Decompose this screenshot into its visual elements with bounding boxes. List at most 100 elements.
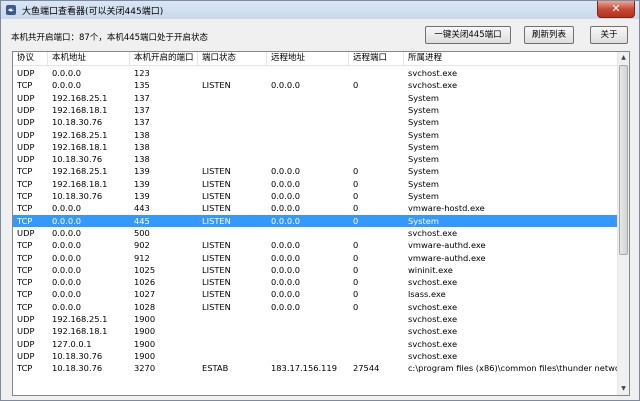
cell-local-address: 0.0.0.0 bbox=[48, 227, 130, 239]
table-row[interactable]: UDP192.168.18.1137System bbox=[13, 104, 618, 116]
cell-protocol: TCP bbox=[13, 202, 48, 214]
window-close-button[interactable]: ✕ bbox=[597, 1, 635, 18]
column-header-local-address[interactable]: 本机地址 bbox=[48, 52, 130, 66]
cell-protocol: UDP bbox=[13, 325, 48, 337]
cell-local-port: 1025 bbox=[130, 264, 198, 276]
cell-protocol: UDP bbox=[13, 350, 48, 362]
cell-remote-port: 0 bbox=[349, 288, 404, 300]
table-row[interactable]: TCP0.0.0.0135LISTEN0.0.0.00svchost.exe bbox=[13, 79, 618, 91]
cell-port-state: LISTEN bbox=[198, 165, 267, 177]
cell-process: System bbox=[404, 116, 618, 128]
table-row[interactable]: TCP10.18.30.763270ESTAB183.17.156.119275… bbox=[13, 362, 618, 374]
column-header-remote-port[interactable]: 远程端口 bbox=[349, 52, 404, 66]
cell-protocol: UDP bbox=[13, 153, 48, 165]
cell-port-state: LISTEN bbox=[198, 202, 267, 214]
cell-local-address: 0.0.0.0 bbox=[48, 79, 130, 91]
cell-remote-address: 0.0.0.0 bbox=[267, 276, 349, 288]
cell-process: System bbox=[404, 104, 618, 116]
cell-process: vmware-authd.exe bbox=[404, 252, 618, 264]
cell-local-port: 138 bbox=[130, 141, 198, 153]
close-445-button[interactable]: 一键关闭445端口 bbox=[425, 26, 511, 44]
cell-remote-port bbox=[349, 350, 404, 362]
list-header: 协议本机地址本机开启的端口端口状态远程地址远程端口所属进程 bbox=[13, 52, 618, 66]
column-header-protocol[interactable]: 协议 bbox=[13, 52, 48, 66]
cell-local-address: 192.168.25.1 bbox=[48, 313, 130, 325]
vertical-scrollbar[interactable]: ▲ ▼ bbox=[617, 52, 629, 395]
cell-port-state bbox=[198, 153, 267, 165]
table-row[interactable]: UDP10.18.30.761900 svchost.exe bbox=[13, 350, 618, 362]
cell-local-port: 137 bbox=[130, 104, 198, 116]
main-window: 大鱼端口查看器(可以关闭445端口) ✕ 本机共开启端口：87个，本机445端口… bbox=[0, 0, 640, 401]
cell-process: svchost.exe bbox=[404, 301, 618, 313]
table-row[interactable]: UDP192.168.25.11900svchost.exe bbox=[13, 313, 618, 325]
port-list[interactable]: 协议本机地址本机开启的端口端口状态远程地址远程端口所属进程 UDP0.0.0.0… bbox=[12, 51, 630, 396]
cell-protocol: UDP bbox=[13, 227, 48, 239]
cell-remote-address: 0.0.0.0 bbox=[267, 252, 349, 264]
cell-local-address: 0.0.0.0 bbox=[48, 202, 130, 214]
cell-process: vmware-authd.exe bbox=[404, 239, 618, 251]
table-row[interactable]: UDP10.18.30.76138System bbox=[13, 153, 618, 165]
table-row[interactable]: TCP0.0.0.0912LISTEN0.0.0.00vmware-authd.… bbox=[13, 252, 618, 264]
cell-remote-port: 0 bbox=[349, 239, 404, 251]
cell-protocol: TCP bbox=[13, 252, 48, 264]
cell-port-state bbox=[198, 338, 267, 350]
cell-remote-port bbox=[349, 153, 404, 165]
table-row[interactable]: UDP127.0.0.11900svchost.exe bbox=[13, 338, 618, 350]
cell-port-state: LISTEN bbox=[198, 239, 267, 251]
table-row[interactable]: UDP192.168.25.1137System bbox=[13, 92, 618, 104]
scroll-up-icon[interactable]: ▲ bbox=[618, 52, 629, 64]
cell-port-state: LISTEN bbox=[198, 301, 267, 313]
column-header-remote-address[interactable]: 远程地址 bbox=[267, 52, 349, 66]
column-header-process[interactable]: 所属进程 bbox=[404, 52, 618, 66]
cell-process: svchost.exe bbox=[404, 350, 618, 362]
table-row[interactable]: TCP0.0.0.0902LISTEN0.0.0.00vmware-authd.… bbox=[13, 239, 618, 251]
cell-remote-address bbox=[267, 141, 349, 153]
cell-local-port: 1900 bbox=[130, 325, 198, 337]
cell-local-port: 139 bbox=[130, 165, 198, 177]
cell-remote-port bbox=[349, 338, 404, 350]
cell-remote-port: 0 bbox=[349, 178, 404, 190]
cell-protocol: TCP bbox=[13, 264, 48, 276]
cell-port-state: LISTEN bbox=[198, 79, 267, 91]
cell-local-address: 0.0.0.0 bbox=[48, 288, 130, 300]
table-row[interactable]: TCP0.0.0.01026LISTEN0.0.0.00svchost.exe bbox=[13, 276, 618, 288]
about-button[interactable]: 关于 bbox=[590, 26, 628, 44]
cell-remote-port: 0 bbox=[349, 252, 404, 264]
cell-local-port: 1900 bbox=[130, 350, 198, 362]
table-row[interactable]: UDP192.168.18.11900svchost.exe bbox=[13, 325, 618, 337]
table-row[interactable]: TCP0.0.0.01028LISTEN0.0.0.00svchost.exe bbox=[13, 301, 618, 313]
cell-port-state: ESTAB bbox=[198, 362, 267, 374]
table-row[interactable]: TCP0.0.0.0445LISTEN0.0.0.00System bbox=[13, 215, 618, 227]
table-row[interactable]: TCP0.0.0.01025LISTEN0.0.0.00wininit.exe bbox=[13, 264, 618, 276]
cell-port-state bbox=[198, 141, 267, 153]
cell-remote-port bbox=[349, 227, 404, 239]
table-row[interactable]: TCP0.0.0.01027LISTEN0.0.0.00lsass.exe bbox=[13, 288, 618, 300]
column-header-local-port[interactable]: 本机开启的端口 bbox=[130, 52, 198, 66]
scroll-down-icon[interactable]: ▼ bbox=[618, 383, 629, 395]
table-row[interactable]: TCP192.168.18.1139LISTEN0.0.0.00System bbox=[13, 178, 618, 190]
cell-port-state: LISTEN bbox=[198, 178, 267, 190]
table-row[interactable]: UDP192.168.25.1138System bbox=[13, 129, 618, 141]
cell-remote-port bbox=[349, 141, 404, 153]
table-row[interactable]: TCP10.18.30.76139LISTEN0.0.0.00System bbox=[13, 190, 618, 202]
refresh-list-button[interactable]: 刷新列表 bbox=[524, 26, 574, 44]
title-bar[interactable]: 大鱼端口查看器(可以关闭445端口) ✕ bbox=[1, 1, 639, 19]
cell-remote-port bbox=[349, 313, 404, 325]
cell-remote-port: 0 bbox=[349, 79, 404, 91]
cell-remote-address bbox=[267, 92, 349, 104]
cell-local-port: 138 bbox=[130, 153, 198, 165]
column-header-port-state[interactable]: 端口状态 bbox=[198, 52, 267, 66]
table-row[interactable]: TCP0.0.0.0443LISTEN0.0.0.00vmware-hostd.… bbox=[13, 202, 618, 214]
cell-remote-port bbox=[349, 104, 404, 116]
cell-local-address: 10.18.30.76 bbox=[48, 350, 130, 362]
scroll-thumb[interactable] bbox=[619, 65, 628, 255]
table-row[interactable]: UDP0.0.0.0500svchost.exe bbox=[13, 227, 618, 239]
cell-port-state bbox=[198, 313, 267, 325]
cell-local-address: 0.0.0.0 bbox=[48, 264, 130, 276]
table-row[interactable]: UDP0.0.0.0123svchost.exe bbox=[13, 67, 618, 79]
table-row[interactable]: UDP192.168.18.1138System bbox=[13, 141, 618, 153]
cell-remote-port: 0 bbox=[349, 276, 404, 288]
cell-protocol: TCP bbox=[13, 165, 48, 177]
table-row[interactable]: UDP10.18.30.76137System bbox=[13, 116, 618, 128]
table-row[interactable]: TCP192.168.25.1139LISTEN0.0.0.00System bbox=[13, 165, 618, 177]
